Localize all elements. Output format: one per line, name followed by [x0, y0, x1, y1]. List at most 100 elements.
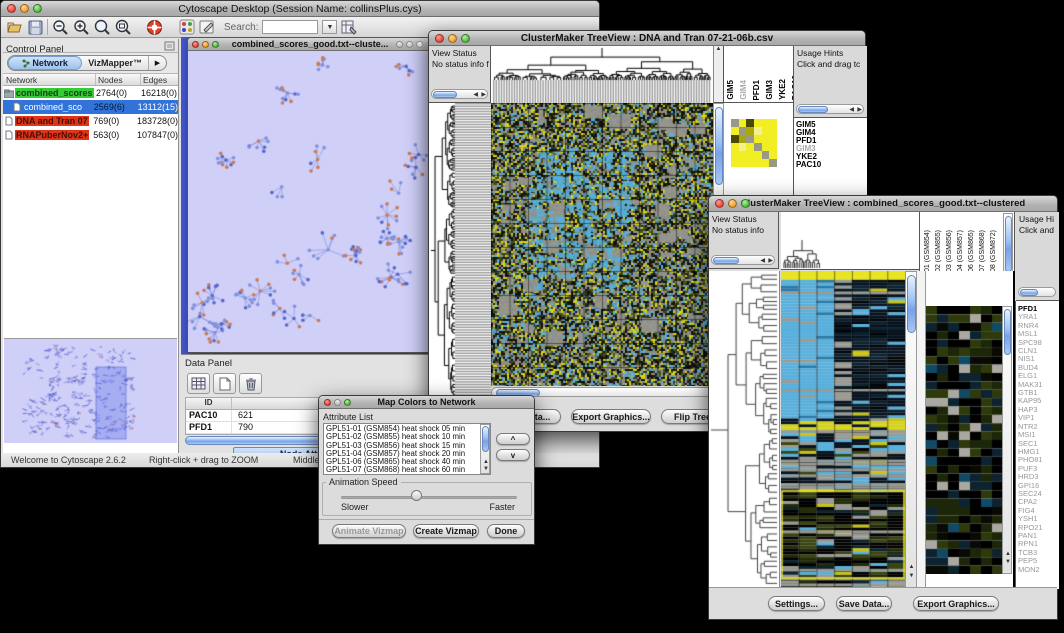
tv2-subheatmap-area: ▲ ▼ [926, 271, 1015, 589]
zoom-in-icon[interactable] [73, 19, 90, 35]
minimize-button[interactable] [406, 41, 413, 48]
tv2-usage-hints-title: Usage Hi [1019, 214, 1054, 224]
scroll-left-arrow[interactable]: ◀ [760, 257, 765, 264]
data-row-id: PFD1 [186, 422, 232, 433]
network-table-row[interactable]: combined_sco2569(6)13112(15) [3, 100, 178, 114]
tv2-heatmap[interactable] [781, 271, 905, 589]
tv1-view-status-panel: View StatusNo status info f ◀ ▶ [429, 46, 491, 103]
scroll-left-arrow[interactable]: ◀ [849, 106, 854, 113]
scroll-right-arrow[interactable]: ▶ [481, 91, 486, 98]
tv1-column-dendrogram[interactable] [491, 46, 713, 104]
delete-attribute-button[interactable] [239, 373, 262, 394]
minimize-button[interactable] [334, 399, 341, 406]
zoom-button[interactable] [344, 399, 351, 406]
attribute-list[interactable]: GPL51-01 (GSM854) heat shock 05 minGPL51… [323, 423, 491, 475]
tab-network[interactable]: Network [8, 56, 82, 70]
network-overview-canvas[interactable] [4, 339, 178, 443]
tv1-matrix-cell [769, 127, 777, 135]
window-controls[interactable] [7, 4, 42, 13]
tv1-heatmap[interactable] [491, 103, 713, 386]
move-up-button[interactable]: ^ [496, 433, 530, 445]
treeview1-title: ClusterMaker TreeView : DNA and Tran 07-… [429, 33, 865, 44]
done-button[interactable]: Done [487, 524, 525, 538]
tv2-cluster-vscrollbar[interactable]: ▲ ▼ [1002, 306, 1012, 574]
tv1-global-matrix[interactable] [731, 119, 777, 167]
close-button[interactable] [435, 34, 444, 43]
zoom-button[interactable] [461, 34, 470, 43]
search-dropdown-button[interactable]: ▼ [322, 20, 337, 34]
network-table-row[interactable]: DNA and Tran 07769(0)183728(0) [3, 114, 178, 128]
tv1-usage-scrollbar[interactable]: ◀ ▶ [796, 104, 864, 114]
network-overview-panel[interactable] [4, 338, 177, 443]
export-graphics-button[interactable]: Export Graphics... [913, 596, 999, 611]
close-button[interactable] [192, 41, 199, 48]
scroll-right-arrow[interactable]: ▶ [768, 257, 773, 264]
attribute-table-icon[interactable] [341, 19, 358, 35]
float-panel-icon[interactable] [164, 41, 175, 51]
tv1-matrix-cell [754, 151, 762, 159]
attribute-list-item[interactable]: GPL51-07 (GSM868) heat shock 60 min [326, 466, 490, 474]
open-folder-icon[interactable] [7, 20, 24, 35]
tv2-column-dendrogram[interactable] [781, 212, 919, 270]
scroll-right-arrow[interactable]: ▶ [857, 106, 862, 113]
tv1-matrix-cell [769, 159, 777, 167]
minimize-button[interactable] [20, 4, 29, 13]
tv2-cluster-heatmap[interactable] [926, 306, 1003, 574]
column-header-nodes[interactable]: Nodes [96, 74, 141, 85]
zoom-button[interactable] [416, 41, 423, 48]
zoom-fit-icon[interactable] [115, 19, 132, 35]
search-input[interactable] [262, 20, 318, 34]
network-view-canvas-1[interactable] [188, 51, 432, 352]
tab-overflow-button[interactable]: ▶ [148, 56, 166, 70]
tv1-dendro-strip: ▲ [713, 46, 723, 103]
network-table-row[interactable]: combined_scores2764(0)16218(0) [3, 86, 178, 100]
close-button[interactable] [396, 41, 403, 48]
zoom-button[interactable] [212, 41, 219, 48]
minimize-button[interactable] [728, 199, 737, 208]
network-name: combined_sco [23, 102, 83, 112]
tv2-usage-scrollbar[interactable] [1018, 287, 1056, 297]
tab-vizmapper[interactable]: VizMapper™ [82, 56, 148, 70]
tv2-heatmap-vscrollbar[interactable]: ▲ ▼ [905, 271, 917, 589]
network-folder-icon [4, 89, 14, 98]
attribute-list-label: Attribute List [323, 412, 373, 422]
zoom-out-icon[interactable] [52, 19, 69, 35]
tv1-matrix-cell [762, 159, 770, 167]
main-titlebar[interactable]: Cytoscape Desktop (Session Name: collins… [1, 1, 599, 17]
tv2-status-scrollbar[interactable]: ◀ ▶ [711, 255, 775, 265]
network-doc-icon [5, 116, 13, 126]
save-data-button[interactable]: Save Data... [836, 596, 892, 611]
zoom-button[interactable] [741, 199, 750, 208]
speed-slider[interactable] [341, 496, 517, 499]
close-button[interactable] [324, 399, 331, 406]
tv2-row-dendrogram[interactable] [709, 271, 780, 589]
animate-vizmap-button[interactable]: Animate Vizmap [332, 524, 406, 538]
treeview2-window: ClusterMaker TreeView : combined_scores_… [708, 195, 1058, 620]
scroll-left-arrow[interactable]: ◀ [473, 91, 478, 98]
close-button[interactable] [7, 4, 16, 13]
data-column-id[interactable]: ID [186, 398, 232, 409]
save-icon[interactable] [28, 20, 43, 35]
help-ring-icon[interactable] [146, 19, 163, 36]
column-header-network[interactable]: Network [3, 74, 96, 85]
vizmapper-icon[interactable] [179, 19, 195, 35]
table-mode-button[interactable] [187, 373, 210, 394]
speed-slider-thumb[interactable] [411, 490, 422, 501]
zoom-button[interactable] [33, 4, 42, 13]
tv1-status-scrollbar[interactable]: ◀ ▶ [431, 89, 488, 99]
attribute-list-scrollbar[interactable]: ▲ ▼ [480, 424, 490, 474]
close-button[interactable] [715, 199, 724, 208]
move-down-button[interactable]: v [496, 449, 530, 461]
new-attribute-button[interactable] [213, 373, 236, 394]
tv1-row-dendrogram[interactable] [429, 103, 491, 398]
annotation-icon[interactable] [199, 19, 216, 35]
network-table-row[interactable]: RNAPuberNov2+563(0)107847(0) [3, 128, 178, 142]
export-graphics-button[interactable]: Export Graphics... [571, 409, 651, 424]
tv1-matrix-cell [746, 143, 754, 151]
create-vizmap-button[interactable]: Create Vizmap [413, 524, 479, 538]
minimize-button[interactable] [448, 34, 457, 43]
column-header-edges[interactable]: Edges [141, 74, 178, 85]
zoom-selected-icon[interactable] [94, 19, 111, 35]
settings-button[interactable]: Settings... [768, 596, 825, 611]
minimize-button[interactable] [202, 41, 209, 48]
